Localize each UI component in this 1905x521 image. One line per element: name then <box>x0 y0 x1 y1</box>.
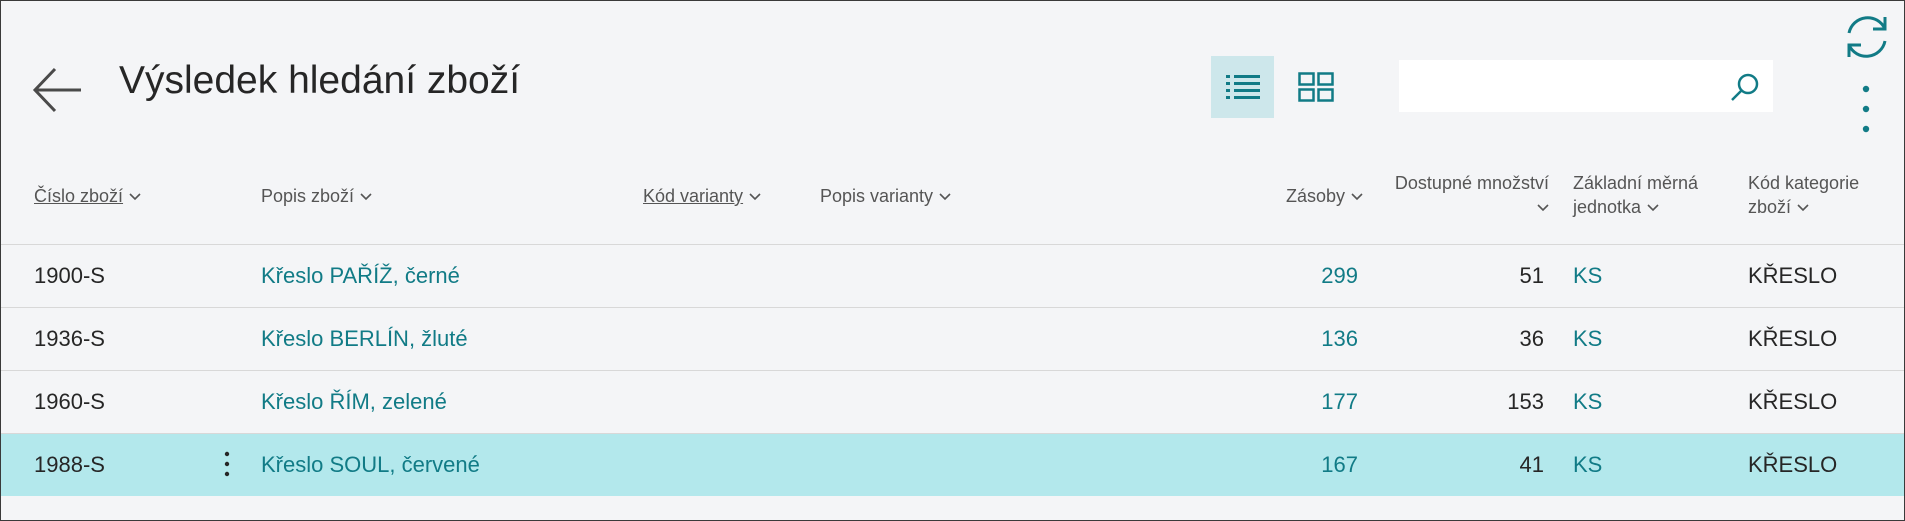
more-vertical-icon <box>1862 85 1870 133</box>
column-header-description[interactable]: Popis zboží <box>261 184 372 208</box>
column-header-label: Kód varianty <box>643 186 744 206</box>
chevron-down-icon <box>1797 204 1809 212</box>
uom-link[interactable]: KS <box>1573 371 1602 433</box>
available-cell: 153 <box>1507 389 1544 414</box>
column-header-inventory[interactable]: Zásoby <box>1286 184 1363 208</box>
chevron-down-icon <box>360 193 372 201</box>
category-cell: KŘESLO <box>1748 263 1838 288</box>
column-header-label: Základní měrná <box>1573 173 1699 193</box>
available-cell: 36 <box>1519 326 1544 351</box>
column-header-label: Dostupné množství <box>1394 173 1549 193</box>
chevron-down-icon <box>1647 204 1659 212</box>
item-no-cell: 1936-S <box>34 326 105 351</box>
chevron-down-icon <box>939 193 951 201</box>
inventory-link[interactable]: 167 <box>1321 434 1358 496</box>
table-row[interactable]: 1960-S Křeslo ŘÍM, zelené 177 153 KS KŘE… <box>1 371 1904 434</box>
column-header-label: zboží <box>1748 197 1792 217</box>
column-header-available[interactable]: Dostupné množství <box>1395 171 1549 219</box>
table-row[interactable]: 1936-S Křeslo BERLÍN, žluté 136 36 KS KŘ… <box>1 308 1904 371</box>
column-header-base-uom[interactable]: Základní měrná jednotka <box>1573 171 1698 219</box>
chevron-down-icon <box>1537 204 1549 212</box>
search-button[interactable] <box>1729 71 1761 103</box>
item-description-link[interactable]: Křeslo PAŘÍŽ, černé <box>261 245 460 307</box>
item-description-link[interactable]: Křeslo BERLÍN, žluté <box>261 308 468 370</box>
category-cell: KŘESLO <box>1748 326 1838 351</box>
table-header: Číslo zboží Popis zboží Kód varianty Pop… <box>1 161 1904 245</box>
uom-link[interactable]: KS <box>1573 245 1602 307</box>
chevron-down-icon <box>749 193 761 201</box>
inventory-link[interactable]: 136 <box>1321 308 1358 370</box>
column-header-label: Kód kategorie <box>1748 173 1860 193</box>
column-header-label: jednotka <box>1573 197 1642 217</box>
more-vertical-icon <box>224 451 230 477</box>
list-view-button[interactable] <box>1211 56 1274 118</box>
table-body: 1900-S Křeslo PAŘÍŽ, černé 299 51 KS KŘE… <box>1 245 1904 496</box>
search-icon <box>1731 73 1759 101</box>
category-cell: KŘESLO <box>1748 452 1838 477</box>
arrow-left-icon <box>32 67 81 113</box>
column-header-label: Zásoby <box>1285 186 1345 206</box>
refresh-icon <box>1847 16 1887 58</box>
tile-view-button[interactable] <box>1284 56 1347 118</box>
column-header-item-no[interactable]: Číslo zboží <box>34 184 141 208</box>
inventory-link[interactable]: 177 <box>1321 371 1358 433</box>
category-cell: KŘESLO <box>1748 389 1838 414</box>
item-no-cell: 1988-S <box>34 452 105 477</box>
page-title: Výsledek hledání zboží <box>119 59 521 102</box>
back-button[interactable] <box>31 63 85 117</box>
item-description-link[interactable]: Křeslo SOUL, červené <box>261 434 480 496</box>
item-no-cell: 1900-S <box>34 263 105 288</box>
uom-link[interactable]: KS <box>1573 308 1602 370</box>
uom-link[interactable]: KS <box>1573 434 1602 496</box>
table-row[interactable]: 1900-S Křeslo PAŘÍŽ, černé 299 51 KS KŘE… <box>1 245 1904 308</box>
page-frame: Výsledek hledání zboží Číslo zboží Popis… <box>0 0 1905 521</box>
available-cell: 41 <box>1519 452 1544 477</box>
column-header-variant-description[interactable]: Popis varianty <box>820 184 951 208</box>
item-description-link[interactable]: Křeslo ŘÍM, zelené <box>261 371 447 433</box>
column-header-category[interactable]: Kód kategorie zboží <box>1748 171 1859 219</box>
chevron-down-icon <box>1351 193 1363 201</box>
column-header-variant-code[interactable]: Kód varianty <box>643 184 761 208</box>
row-actions-button[interactable] <box>217 434 237 496</box>
search-input[interactable] <box>1399 60 1773 112</box>
refresh-button[interactable] <box>1841 11 1893 63</box>
chevron-down-icon <box>129 193 141 201</box>
table-row-selected[interactable]: 1988-S Křeslo SOUL, červené 167 41 KS KŘ… <box>1 434 1904 496</box>
item-no-cell: 1960-S <box>34 389 105 414</box>
tiles-icon <box>1297 72 1334 102</box>
available-cell: 51 <box>1519 263 1544 288</box>
column-header-label: Popis varianty <box>820 186 934 206</box>
column-header-label: Popis zboží <box>261 186 355 206</box>
more-actions-button[interactable] <box>1856 83 1876 135</box>
inventory-link[interactable]: 299 <box>1321 245 1358 307</box>
list-icon <box>1225 75 1260 99</box>
column-header-label: Číslo zboží <box>34 186 124 206</box>
